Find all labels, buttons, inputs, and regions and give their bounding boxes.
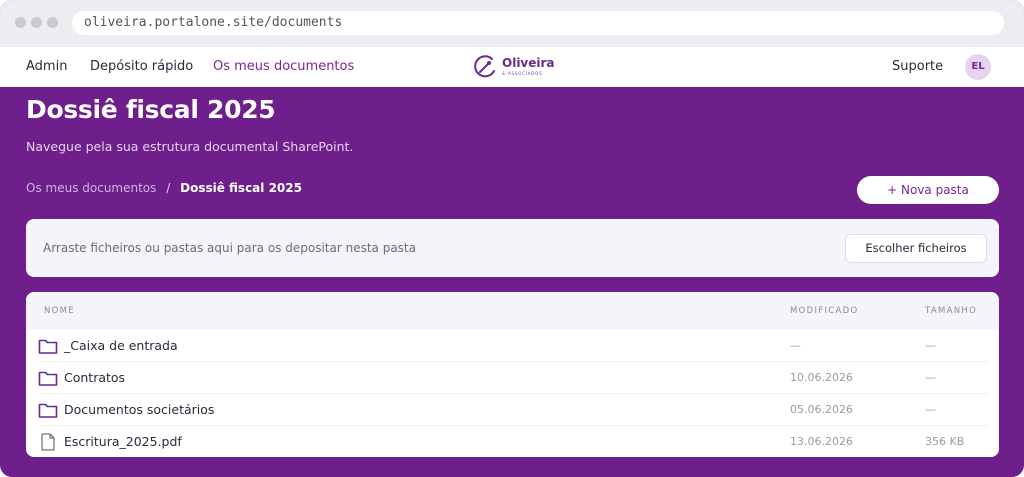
window-minimize-dot[interactable] — [31, 17, 42, 28]
choose-files-button[interactable]: Escolher ficheiros — [845, 234, 987, 263]
row-modified: 05.06.2026 — [790, 403, 853, 416]
row-modified: 13.06.2026 — [790, 435, 853, 448]
window-maximize-dot[interactable] — [47, 17, 58, 28]
brand-logo[interactable]: Oliveira & ASSOCIADOS — [472, 54, 562, 80]
row-size: — — [925, 371, 936, 384]
new-folder-button[interactable]: + Nova pasta — [857, 176, 999, 204]
row-modified: — — [790, 339, 801, 352]
table-row[interactable]: Contratos 10.06.2026 — — [26, 362, 999, 394]
browser-chrome: oliveira.portalone.site/documents — [0, 0, 1024, 47]
top-navbar: Admin Depósito rápido Os meus documentos… — [0, 47, 1024, 87]
row-name[interactable]: Escritura_2025.pdf — [64, 426, 182, 457]
row-name[interactable]: Contratos — [64, 362, 125, 394]
row-modified: 10.06.2026 — [790, 371, 853, 384]
table-row[interactable]: Documentos societários 05.06.2026 — — [26, 394, 999, 426]
file-dropzone[interactable]: Arraste ficheiros ou pastas aqui para os… — [26, 219, 999, 277]
folder-icon — [38, 403, 58, 418]
breadcrumb-current: Dossiê fiscal 2025 — [180, 181, 302, 195]
row-size: 356 KB — [925, 435, 965, 448]
folder-icon — [38, 371, 58, 386]
nav-link-deposito-rapido[interactable]: Depósito rápido — [90, 47, 193, 87]
logo-tagline: & ASSOCIADOS — [502, 71, 543, 76]
address-bar[interactable]: oliveira.portalone.site/documents — [72, 11, 1004, 35]
folder-icon — [38, 339, 58, 354]
table-row[interactable]: _Caixa de entrada — — — [26, 330, 999, 362]
window-close-dot[interactable] — [15, 17, 26, 28]
file-icon — [41, 433, 55, 451]
breadcrumb-link-os-meus-documentos[interactable]: Os meus documentos — [26, 181, 156, 195]
page-title: Dossiê fiscal 2025 — [26, 95, 276, 124]
logo-name: Oliveira — [502, 56, 555, 70]
column-header-name[interactable]: NOME — [44, 292, 75, 330]
breadcrumb: Os meus documentos / Dossiê fiscal 2025 — [26, 181, 302, 195]
row-size: — — [925, 339, 936, 352]
column-header-size[interactable]: TAMANHO — [925, 292, 977, 330]
nav-link-os-meus-documentos[interactable]: Os meus documentos — [213, 47, 354, 87]
row-name[interactable]: Documentos societários — [64, 394, 214, 426]
user-avatar[interactable]: EL — [965, 54, 991, 80]
breadcrumb-separator: / — [166, 181, 171, 195]
documents-table: NOME MODIFICADO TAMANHO _Caixa de entrad… — [26, 292, 999, 457]
row-size: — — [925, 403, 936, 416]
column-header-modified[interactable]: MODIFICADO — [790, 292, 858, 330]
support-link[interactable]: Suporte — [892, 47, 943, 87]
browser-window: oliveira.portalone.site/documents Admin … — [0, 0, 1024, 477]
dropzone-text: Arraste ficheiros ou pastas aqui para os… — [43, 241, 416, 255]
nav-link-admin[interactable]: Admin — [26, 47, 67, 87]
table-row[interactable]: Escritura_2025.pdf 13.06.2026 356 KB — [26, 426, 999, 457]
page-subtitle: Navegue pela sua estrutura documental Sh… — [26, 139, 354, 154]
table-header: NOME MODIFICADO TAMANHO — [26, 292, 999, 330]
logo-emblem-icon — [474, 55, 495, 78]
row-name[interactable]: _Caixa de entrada — [64, 330, 178, 362]
